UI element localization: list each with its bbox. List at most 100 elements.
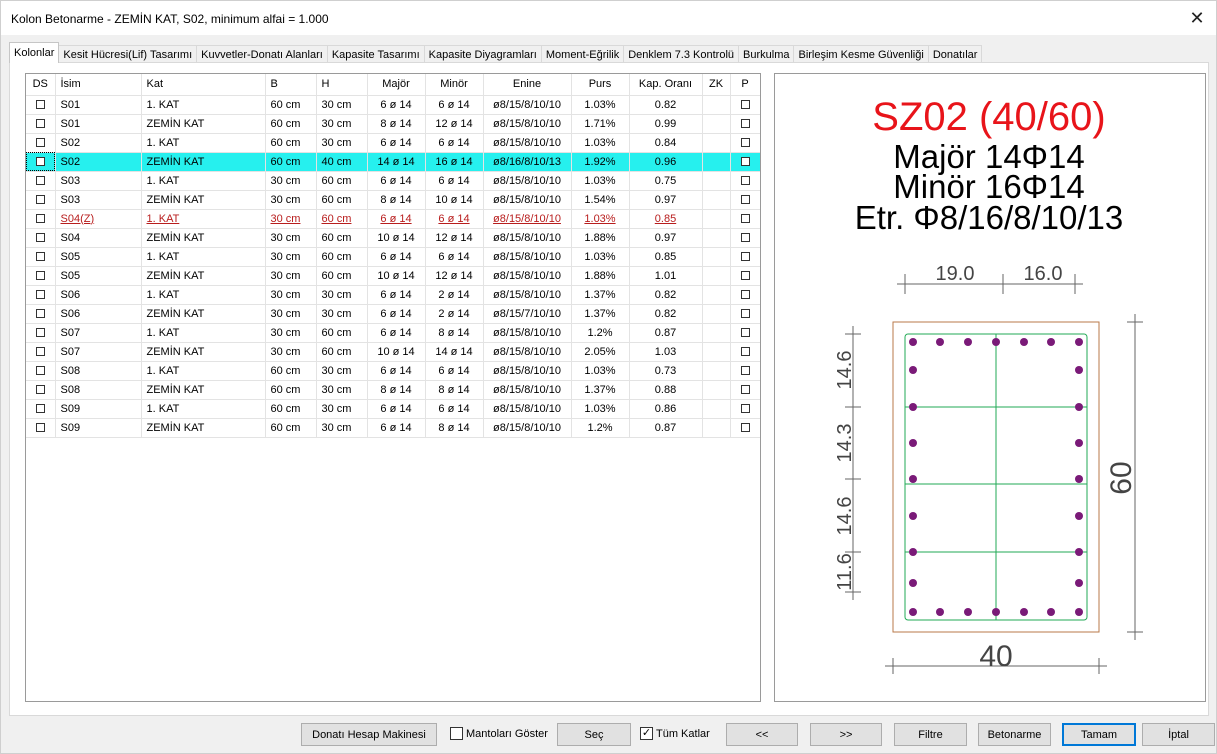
- tab-6[interactable]: Denklem 7.3 Kontrolü: [623, 45, 740, 63]
- tab-8[interactable]: Birleşim Kesme Güvenliği: [793, 45, 929, 63]
- ds-checkbox[interactable]: [35, 366, 45, 376]
- table-row[interactable]: S01 ZEMİN KAT 60 cm 30 cm 8 ø 14 12 ø 14 ø8/15…: [26, 114, 760, 134]
- ds-checkbox-cell[interactable]: [26, 209, 56, 229]
- p-checkbox[interactable]: [740, 214, 750, 224]
- p-checkbox-cell[interactable]: [730, 380, 760, 400]
- p-checkbox-cell[interactable]: [730, 361, 760, 381]
- ds-checkbox[interactable]: [35, 233, 45, 243]
- select-button[interactable]: Seç: [557, 723, 631, 746]
- column-header[interactable]: DS: [26, 74, 56, 96]
- table-row[interactable]: S06 1. KAT 30 cm 30 cm 6 ø 14 2 ø 14 ø8/15/8/1…: [26, 285, 760, 305]
- column-header[interactable]: B: [265, 74, 317, 96]
- ds-checkbox-cell[interactable]: [26, 190, 56, 210]
- table-row[interactable]: S05 ZEMİN KAT 30 cm 60 cm 10 ø 14 12 ø 14 ø8/1…: [26, 266, 760, 286]
- column-header[interactable]: Enine: [483, 74, 572, 96]
- table-row[interactable]: S07 ZEMİN KAT 30 cm 60 cm 10 ø 14 14 ø 14 ø8/1…: [26, 342, 760, 362]
- ds-checkbox[interactable]: [35, 404, 45, 414]
- p-checkbox[interactable]: [740, 157, 750, 167]
- column-header[interactable]: Minör: [425, 74, 484, 96]
- tab-3[interactable]: Kapasite Tasarımı: [326, 45, 425, 63]
- ds-checkbox[interactable]: [35, 157, 45, 167]
- ds-checkbox[interactable]: [35, 138, 45, 148]
- p-checkbox-cell[interactable]: [730, 95, 760, 115]
- p-checkbox[interactable]: [740, 347, 750, 357]
- ds-checkbox-cell[interactable]: [26, 342, 56, 362]
- table-row[interactable]: S07 1. KAT 30 cm 60 cm 6 ø 14 8 ø 14 ø8/15/8/1…: [26, 323, 760, 343]
- ds-checkbox-cell[interactable]: [26, 304, 56, 324]
- ds-checkbox-cell[interactable]: [26, 247, 56, 267]
- table-row[interactable]: S01 1. KAT 60 cm 30 cm 6 ø 14 6 ø 14 ø8/15/8/1…: [26, 95, 760, 115]
- show-jackets-box[interactable]: [450, 727, 463, 740]
- p-checkbox[interactable]: [740, 176, 750, 186]
- show-jackets-checkbox[interactable]: Mantoları Göster: [450, 727, 548, 740]
- p-checkbox[interactable]: [740, 195, 750, 205]
- ds-checkbox[interactable]: [35, 309, 45, 319]
- ds-checkbox[interactable]: [35, 176, 45, 186]
- column-header[interactable]: İsim: [55, 74, 142, 96]
- table-row[interactable]: S04(Z) 1. KAT 30 cm 60 cm 6 ø 14 6 ø 14 ø8/15/…: [26, 209, 760, 229]
- p-checkbox-cell[interactable]: [730, 342, 760, 362]
- table-row[interactable]: S03 ZEMİN KAT 30 cm 60 cm 8 ø 14 10 ø 14 ø8/15…: [26, 190, 760, 210]
- column-header[interactable]: ZK: [702, 74, 731, 96]
- ds-checkbox-cell[interactable]: [26, 361, 56, 381]
- table-row[interactable]: S02 ZEMİN KAT 60 cm 40 cm 14 ø 14 16 ø 14 ø8/1…: [26, 152, 760, 172]
- p-checkbox[interactable]: [740, 119, 750, 129]
- columns-grid[interactable]: DS İsim Kat B H Majör Minör Enine Purs Kap. Oranı…: [25, 73, 761, 702]
- p-checkbox[interactable]: [740, 404, 750, 414]
- tab-5[interactable]: Moment-Eğrilik: [540, 45, 625, 63]
- p-checkbox[interactable]: [740, 233, 750, 243]
- ds-checkbox[interactable]: [35, 214, 45, 224]
- ds-checkbox[interactable]: [35, 385, 45, 395]
- column-header[interactable]: Purs: [571, 74, 630, 96]
- table-row[interactable]: S04 ZEMİN KAT 30 cm 60 cm 10 ø 14 12 ø 14 ø8/1…: [26, 228, 760, 248]
- column-header[interactable]: Majör: [367, 74, 426, 96]
- p-checkbox[interactable]: [740, 252, 750, 262]
- ds-checkbox-cell[interactable]: [26, 95, 56, 115]
- p-checkbox-cell[interactable]: [730, 114, 760, 134]
- ds-checkbox[interactable]: [35, 100, 45, 110]
- p-checkbox[interactable]: [740, 309, 750, 319]
- cancel-button[interactable]: İptal: [1142, 723, 1215, 746]
- column-header[interactable]: Kat: [141, 74, 266, 96]
- p-checkbox-cell[interactable]: [730, 209, 760, 229]
- concrete-button[interactable]: Betonarme: [978, 723, 1051, 746]
- p-checkbox[interactable]: [740, 328, 750, 338]
- rebar-calculator-button[interactable]: Donatı Hesap Makinesi: [301, 723, 437, 746]
- p-checkbox-cell[interactable]: [730, 266, 760, 286]
- table-row[interactable]: S09 ZEMİN KAT 60 cm 30 cm 6 ø 14 8 ø 14 ø8/15/…: [26, 418, 760, 438]
- tab-2[interactable]: Kuvvetler-Donatı Alanları: [196, 45, 328, 63]
- table-row[interactable]: S05 1. KAT 30 cm 60 cm 6 ø 14 6 ø 14 ø8/15/8/1…: [26, 247, 760, 267]
- table-row[interactable]: S03 1. KAT 30 cm 60 cm 6 ø 14 6 ø 14 ø8/15/8/1…: [26, 171, 760, 191]
- p-checkbox-cell[interactable]: [730, 285, 760, 305]
- tab-4[interactable]: Kapasite Diyagramları: [423, 45, 542, 63]
- table-row[interactable]: S08 ZEMİN KAT 60 cm 30 cm 8 ø 14 8 ø 14 ø8/15/…: [26, 380, 760, 400]
- p-checkbox-cell[interactable]: [730, 323, 760, 343]
- ds-checkbox[interactable]: [35, 290, 45, 300]
- p-checkbox[interactable]: [740, 385, 750, 395]
- all-floors-checkbox[interactable]: ✓ Tüm Katlar: [640, 727, 710, 740]
- next-button[interactable]: >>: [810, 723, 882, 746]
- ds-checkbox[interactable]: [35, 119, 45, 129]
- ds-checkbox-cell[interactable]: [26, 399, 56, 419]
- ds-checkbox-cell[interactable]: [26, 228, 56, 248]
- tab-9[interactable]: Donatılar: [927, 45, 983, 63]
- p-checkbox-cell[interactable]: [730, 304, 760, 324]
- tab-7[interactable]: Burkulma: [738, 45, 795, 63]
- tab-1[interactable]: Kesit Hücresi(Lif) Tasarımı: [58, 45, 198, 63]
- ds-checkbox[interactable]: [35, 252, 45, 262]
- p-checkbox-cell[interactable]: [730, 133, 760, 153]
- ds-checkbox[interactable]: [35, 347, 45, 357]
- column-header[interactable]: P: [730, 74, 760, 96]
- table-row[interactable]: S02 1. KAT 60 cm 30 cm 6 ø 14 6 ø 14 ø8/15/8/1…: [26, 133, 760, 153]
- ds-checkbox[interactable]: [35, 423, 45, 433]
- p-checkbox-cell[interactable]: [730, 247, 760, 267]
- p-checkbox[interactable]: [740, 138, 750, 148]
- p-checkbox-cell[interactable]: [730, 399, 760, 419]
- table-row[interactable]: S09 1. KAT 60 cm 30 cm 6 ø 14 6 ø 14 ø8/15/8/1…: [26, 399, 760, 419]
- tab-0[interactable]: Kolonlar: [9, 42, 60, 63]
- p-checkbox[interactable]: [740, 271, 750, 281]
- p-checkbox-cell[interactable]: [730, 228, 760, 248]
- p-checkbox-cell[interactable]: [730, 418, 760, 438]
- ds-checkbox-cell[interactable]: [26, 266, 56, 286]
- ds-checkbox[interactable]: [35, 271, 45, 281]
